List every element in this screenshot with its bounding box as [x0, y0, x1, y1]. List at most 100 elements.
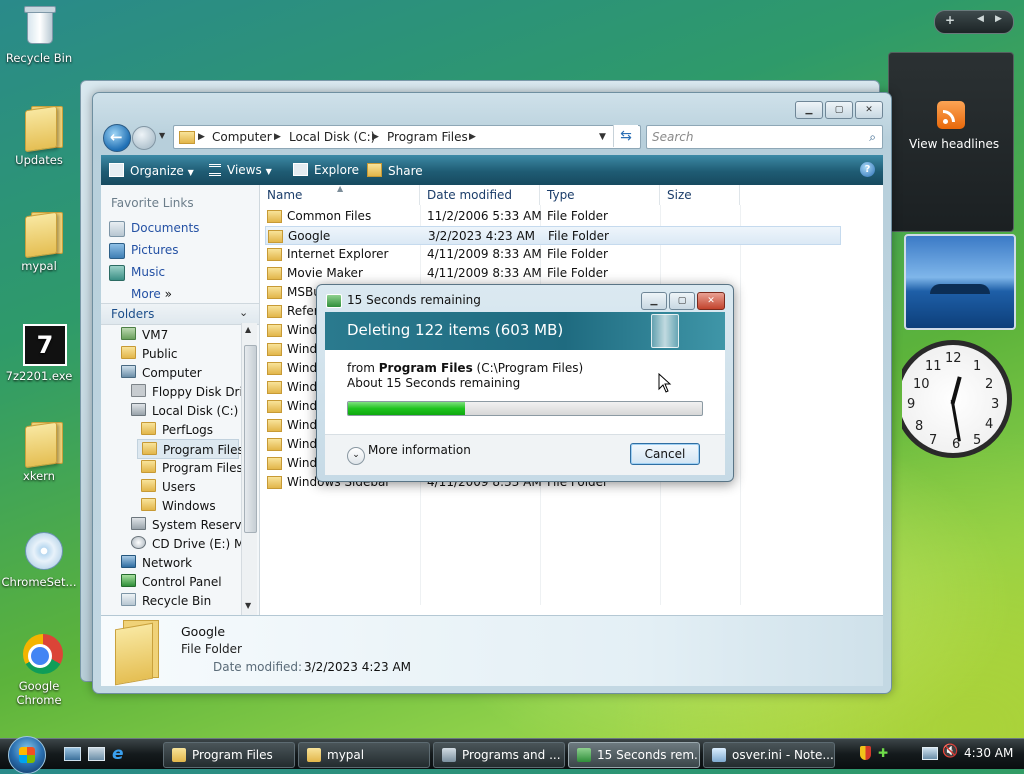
chevron-down-icon: ▼ — [187, 168, 194, 177]
tree-item[interactable]: Public — [121, 346, 178, 361]
folder-icon — [17, 421, 63, 469]
organize-button[interactable]: Organize ▼ — [109, 163, 194, 178]
close-button[interactable]: ✕ — [855, 101, 883, 119]
tree-item-selected[interactable]: Program Files — [137, 439, 244, 459]
folder-icon — [17, 105, 63, 153]
sidebar-controls[interactable]: + ◀ ▶ — [934, 10, 1014, 34]
file-type: File Folder — [547, 209, 608, 223]
tree-item[interactable]: PerfLogs — [141, 422, 213, 437]
favorite-link-pictures[interactable]: Pictures — [131, 243, 179, 257]
tree-item[interactable]: Local Disk (C:) — [131, 403, 238, 418]
chevron-right-icon[interactable]: ▶ — [469, 126, 476, 148]
network-icon[interactable] — [922, 747, 938, 760]
progress-fill — [348, 402, 465, 415]
back-button[interactable]: ← — [103, 124, 131, 152]
tree-item[interactable]: Program Files ( — [141, 460, 241, 475]
forward-button[interactable] — [132, 126, 156, 150]
desktop-icon-recycle-bin[interactable]: Recycle Bin — [1, 4, 77, 65]
tree-item[interactable]: Recycle Bin — [121, 593, 211, 608]
search-input[interactable]: Search ⌕ — [646, 125, 883, 149]
desktop-icon-google-chrome[interactable]: Google Chrome — [1, 632, 77, 707]
dialog-maximize-button[interactable]: ▢ — [669, 292, 695, 310]
chevron-right-icon[interactable]: ▶ — [274, 126, 281, 148]
folders-header[interactable]: Folders ⌄ — [101, 303, 259, 325]
column-header-type[interactable]: Type — [541, 185, 660, 205]
scroll-up-icon[interactable]: ▲ — [245, 325, 251, 334]
more-links[interactable]: More » — [131, 287, 172, 301]
control-panel-icon — [121, 574, 136, 587]
favorite-link-music[interactable]: Music — [131, 265, 165, 279]
desktop-icon-xkern[interactable]: xkern — [1, 421, 77, 483]
next-icon[interactable]: ▶ — [995, 14, 1002, 24]
tree-scrollbar[interactable]: ▲ ▼ — [241, 323, 257, 615]
file-name: Internet Explorer — [287, 247, 389, 261]
scroll-down-icon[interactable]: ▼ — [245, 601, 251, 610]
help-icon[interactable]: ? — [860, 162, 875, 177]
file-name: Google — [288, 229, 331, 243]
command-bar: Organize ▼ Views ▼ Explore Share ? — [101, 155, 883, 185]
tree-item[interactable]: Control Panel — [121, 574, 222, 589]
taskbar-button-mypal[interactable]: mypal — [298, 742, 430, 768]
tree-item[interactable]: Computer — [121, 365, 202, 380]
taskbar-button-notepad[interactable]: osver.ini - Note... — [703, 742, 835, 768]
tree-item[interactable]: Floppy Disk Drive — [131, 384, 257, 399]
tree-item[interactable]: System Reserved — [131, 517, 241, 532]
file-row-selected[interactable]: Google 3/2/2023 4:23 AM File Folder — [265, 226, 841, 245]
tree-item[interactable]: Network — [121, 555, 192, 570]
dialog-close-button[interactable]: ✕ — [697, 292, 725, 310]
file-type: File Folder — [548, 229, 609, 243]
taskbar-button-program-files[interactable]: Program Files — [163, 742, 295, 768]
desktop-icon-chromesetup[interactable]: ChromeSet... — [1, 528, 77, 589]
more-information-toggle[interactable]: ⌄ More information — [347, 443, 471, 465]
slideshow-gadget[interactable] — [904, 234, 1016, 330]
cancel-button[interactable]: Cancel — [630, 443, 700, 465]
column-header-name[interactable]: Name ▲ — [261, 184, 420, 205]
chevron-right-icon[interactable]: ▶ — [198, 126, 205, 148]
system-clock[interactable]: 4:30 AM — [964, 746, 1013, 760]
recent-pages-dropdown-icon[interactable]: ▼ — [159, 131, 165, 140]
internet-explorer-icon[interactable]: e — [112, 744, 124, 764]
column-header-size[interactable]: Size — [661, 185, 740, 205]
file-row[interactable]: Internet Explorer 4/11/2009 8:33 AM File… — [261, 245, 741, 264]
share-button[interactable]: Share — [367, 163, 423, 178]
share-icon — [367, 163, 382, 177]
file-row[interactable]: Movie Maker 4/11/2009 8:33 AM File Folde… — [261, 264, 741, 283]
dialog-minimize-button[interactable]: ▁ — [641, 292, 667, 310]
file-row[interactable]: Common Files 11/2/2006 5:33 AM File Fold… — [261, 207, 741, 226]
column-header-date[interactable]: Date modified — [421, 185, 540, 205]
breadcrumb-item[interactable]: Local Disk (C:) — [289, 126, 375, 148]
tree-item[interactable]: Users — [141, 479, 196, 494]
breadcrumb-item[interactable]: Computer — [212, 126, 272, 148]
switch-windows-icon[interactable] — [88, 747, 105, 761]
tree-item[interactable]: Windows — [141, 498, 216, 513]
taskbar-button-delete-progress[interactable]: 15 Seconds rem... — [568, 742, 700, 768]
views-button[interactable]: Views ▼ — [209, 163, 272, 177]
minimize-button[interactable]: ▁ — [795, 101, 823, 119]
feed-headlines-gadget[interactable]: View headlines — [888, 52, 1014, 232]
add-gadget-icon[interactable]: + — [945, 13, 955, 27]
search-icon[interactable]: ⌕ — [869, 126, 876, 148]
desktop-icon-7zip[interactable]: 7 7z2201.exe — [1, 322, 77, 383]
prev-icon[interactable]: ◀ — [977, 14, 984, 24]
taskbar-button-programs-and-features[interactable]: Programs and ... — [433, 742, 565, 768]
security-shield-icon[interactable] — [860, 746, 871, 760]
volume-muted-icon[interactable]: 🔇 — [942, 744, 958, 759]
scrollbar-thumb[interactable] — [244, 345, 257, 533]
desktop-icon-updates[interactable]: Updates — [1, 105, 77, 167]
show-desktop-icon[interactable] — [64, 747, 81, 761]
desktop-icon-mypal[interactable]: mypal — [1, 211, 77, 273]
safely-remove-icon[interactable]: ✚ — [878, 746, 892, 760]
start-button[interactable] — [8, 736, 46, 774]
address-dropdown-icon[interactable]: ▼ — [599, 126, 606, 148]
tree-item[interactable]: CD Drive (E:) My — [131, 536, 241, 551]
refresh-button[interactable]: ⇆ — [613, 125, 638, 147]
folder-icon — [142, 442, 157, 455]
maximize-button[interactable]: ▢ — [825, 101, 853, 119]
chevron-right-icon[interactable]: ▶ — [372, 126, 379, 148]
explore-button[interactable]: Explore — [293, 163, 359, 177]
breadcrumb-item[interactable]: Program Files — [387, 126, 468, 148]
tree-item[interactable]: VM7 — [121, 327, 168, 342]
address-bar[interactable]: ▶ Computer ▶ Local Disk (C:) ▶ Program F… — [173, 125, 641, 149]
favorite-link-documents[interactable]: Documents — [131, 221, 199, 235]
details-date-label: Date modified: — [213, 660, 303, 674]
